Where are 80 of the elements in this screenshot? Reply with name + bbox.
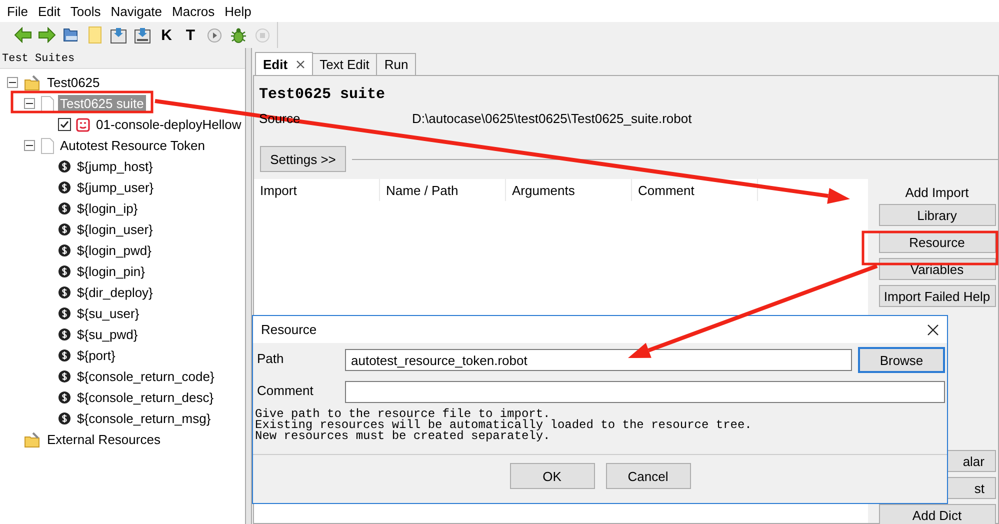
save-icon: [110, 26, 127, 44]
toolbar-button[interactable]: T: [180, 24, 201, 46]
input-field[interactable]: autotest_resource_token.robot: [345, 349, 852, 371]
tree-item[interactable]: ${login_pwd}: [75, 242, 154, 259]
tree-item[interactable]: ${console_return_code}: [75, 368, 216, 385]
menu-item[interactable]: Navigate: [106, 4, 168, 18]
dollar-icon: [58, 244, 71, 257]
tree-item[interactable]: ${su_user}: [75, 305, 142, 322]
dollar-icon: [58, 328, 71, 341]
save-all-icon: [134, 26, 151, 44]
tree-item[interactable]: ${login_ip}: [75, 200, 140, 217]
file-icon: [41, 138, 54, 154]
arrow-right-icon: [38, 27, 56, 43]
folder-icon: [24, 432, 41, 448]
tree-item[interactable]: ${jump_user}: [75, 179, 156, 196]
help-text: Give path to the resource file to import. Existing resources will be automatically loaded to the resource tree. New resources must be created separately.: [255, 409, 753, 442]
side-button[interactable]: Import Failed Help: [878, 285, 996, 307]
dollar-icon: [58, 160, 71, 173]
checkbox[interactable]: [58, 118, 71, 131]
menu-item[interactable]: Edit: [32, 4, 66, 18]
dollar-icon: [58, 223, 71, 236]
browse-button[interactable]: Browse: [858, 347, 945, 373]
menu-item[interactable]: Macros: [167, 4, 220, 18]
dollar-icon: [58, 349, 71, 362]
menu-item[interactable]: Help: [220, 4, 256, 18]
dollar-icon: [58, 265, 71, 278]
dollar-icon: [58, 412, 71, 425]
minus-icon: [26, 142, 33, 149]
dollar-icon: [58, 370, 71, 383]
bug-icon: [230, 26, 247, 44]
file-icon: [41, 96, 54, 112]
side-label: Add Import: [905, 184, 969, 202]
play-icon: [207, 28, 222, 42]
suite-title: Test0625 suite: [258, 85, 386, 105]
tree-item[interactable]: Autotest Resource Token: [58, 137, 208, 154]
dialog-title: Resource: [261, 322, 317, 337]
collapse-toggle[interactable]: [24, 140, 35, 151]
tree-item[interactable]: ${console_return_desc}: [75, 389, 216, 406]
menu-item[interactable]: File: [2, 4, 33, 18]
field-label: Path: [257, 350, 285, 366]
toolbar-button[interactable]: K: [156, 24, 177, 46]
tree-item[interactable]: ${jump_host}: [75, 158, 155, 175]
tree-item[interactable]: 01-console-deployHellow: [94, 116, 244, 133]
tree-item[interactable]: ${login_pin}: [75, 263, 147, 280]
dialog-button[interactable]: OK: [510, 463, 594, 489]
dollar-icon: [58, 307, 71, 320]
arrow-left-icon: [14, 27, 32, 43]
tree-item[interactable]: Test0625: [45, 74, 102, 91]
settings-button[interactable]: Settings >>: [260, 146, 346, 172]
robot-icon: [76, 118, 90, 132]
panel-title: Test Suites: [1, 52, 76, 67]
dollar-icon: [58, 391, 71, 404]
tree-item[interactable]: ${console_return_msg}: [75, 410, 213, 427]
side-button[interactable]: Library: [878, 204, 996, 226]
tree-item[interactable]: ${su_pwd}: [75, 326, 140, 343]
minus-icon: [9, 79, 16, 86]
input-field[interactable]: [345, 381, 945, 403]
field-label: Comment: [257, 382, 314, 398]
folder-icon: [24, 74, 41, 90]
tree-item[interactable]: ${dir_deploy}: [75, 284, 155, 301]
source-path: D:\autocase\0625\test0625\Test0625_suite.robot: [412, 111, 692, 128]
dialog-button[interactable]: Cancel: [606, 463, 690, 489]
tree-item[interactable]: ${login_user}: [75, 221, 155, 238]
close-icon[interactable]: [296, 60, 305, 68]
side-button[interactable]: Add Dict: [878, 504, 996, 524]
tab[interactable]: Edit: [255, 52, 313, 75]
file-icon: [88, 26, 102, 44]
tree-item[interactable]: ${port}: [75, 347, 118, 364]
dollar-icon: [58, 181, 71, 194]
close-icon[interactable]: [927, 324, 939, 336]
collapse-toggle[interactable]: [7, 77, 18, 88]
collapse-toggle[interactable]: [24, 98, 35, 109]
menu-item[interactable]: Tools: [65, 4, 106, 18]
tree-item[interactable]: External Resources: [45, 431, 162, 448]
dollar-icon: [58, 286, 71, 299]
minus-icon: [26, 100, 33, 107]
dollar-icon: [58, 202, 71, 215]
stop-icon: [255, 28, 270, 42]
folder-icon: [62, 27, 79, 43]
tab[interactable]: Run: [376, 53, 416, 75]
